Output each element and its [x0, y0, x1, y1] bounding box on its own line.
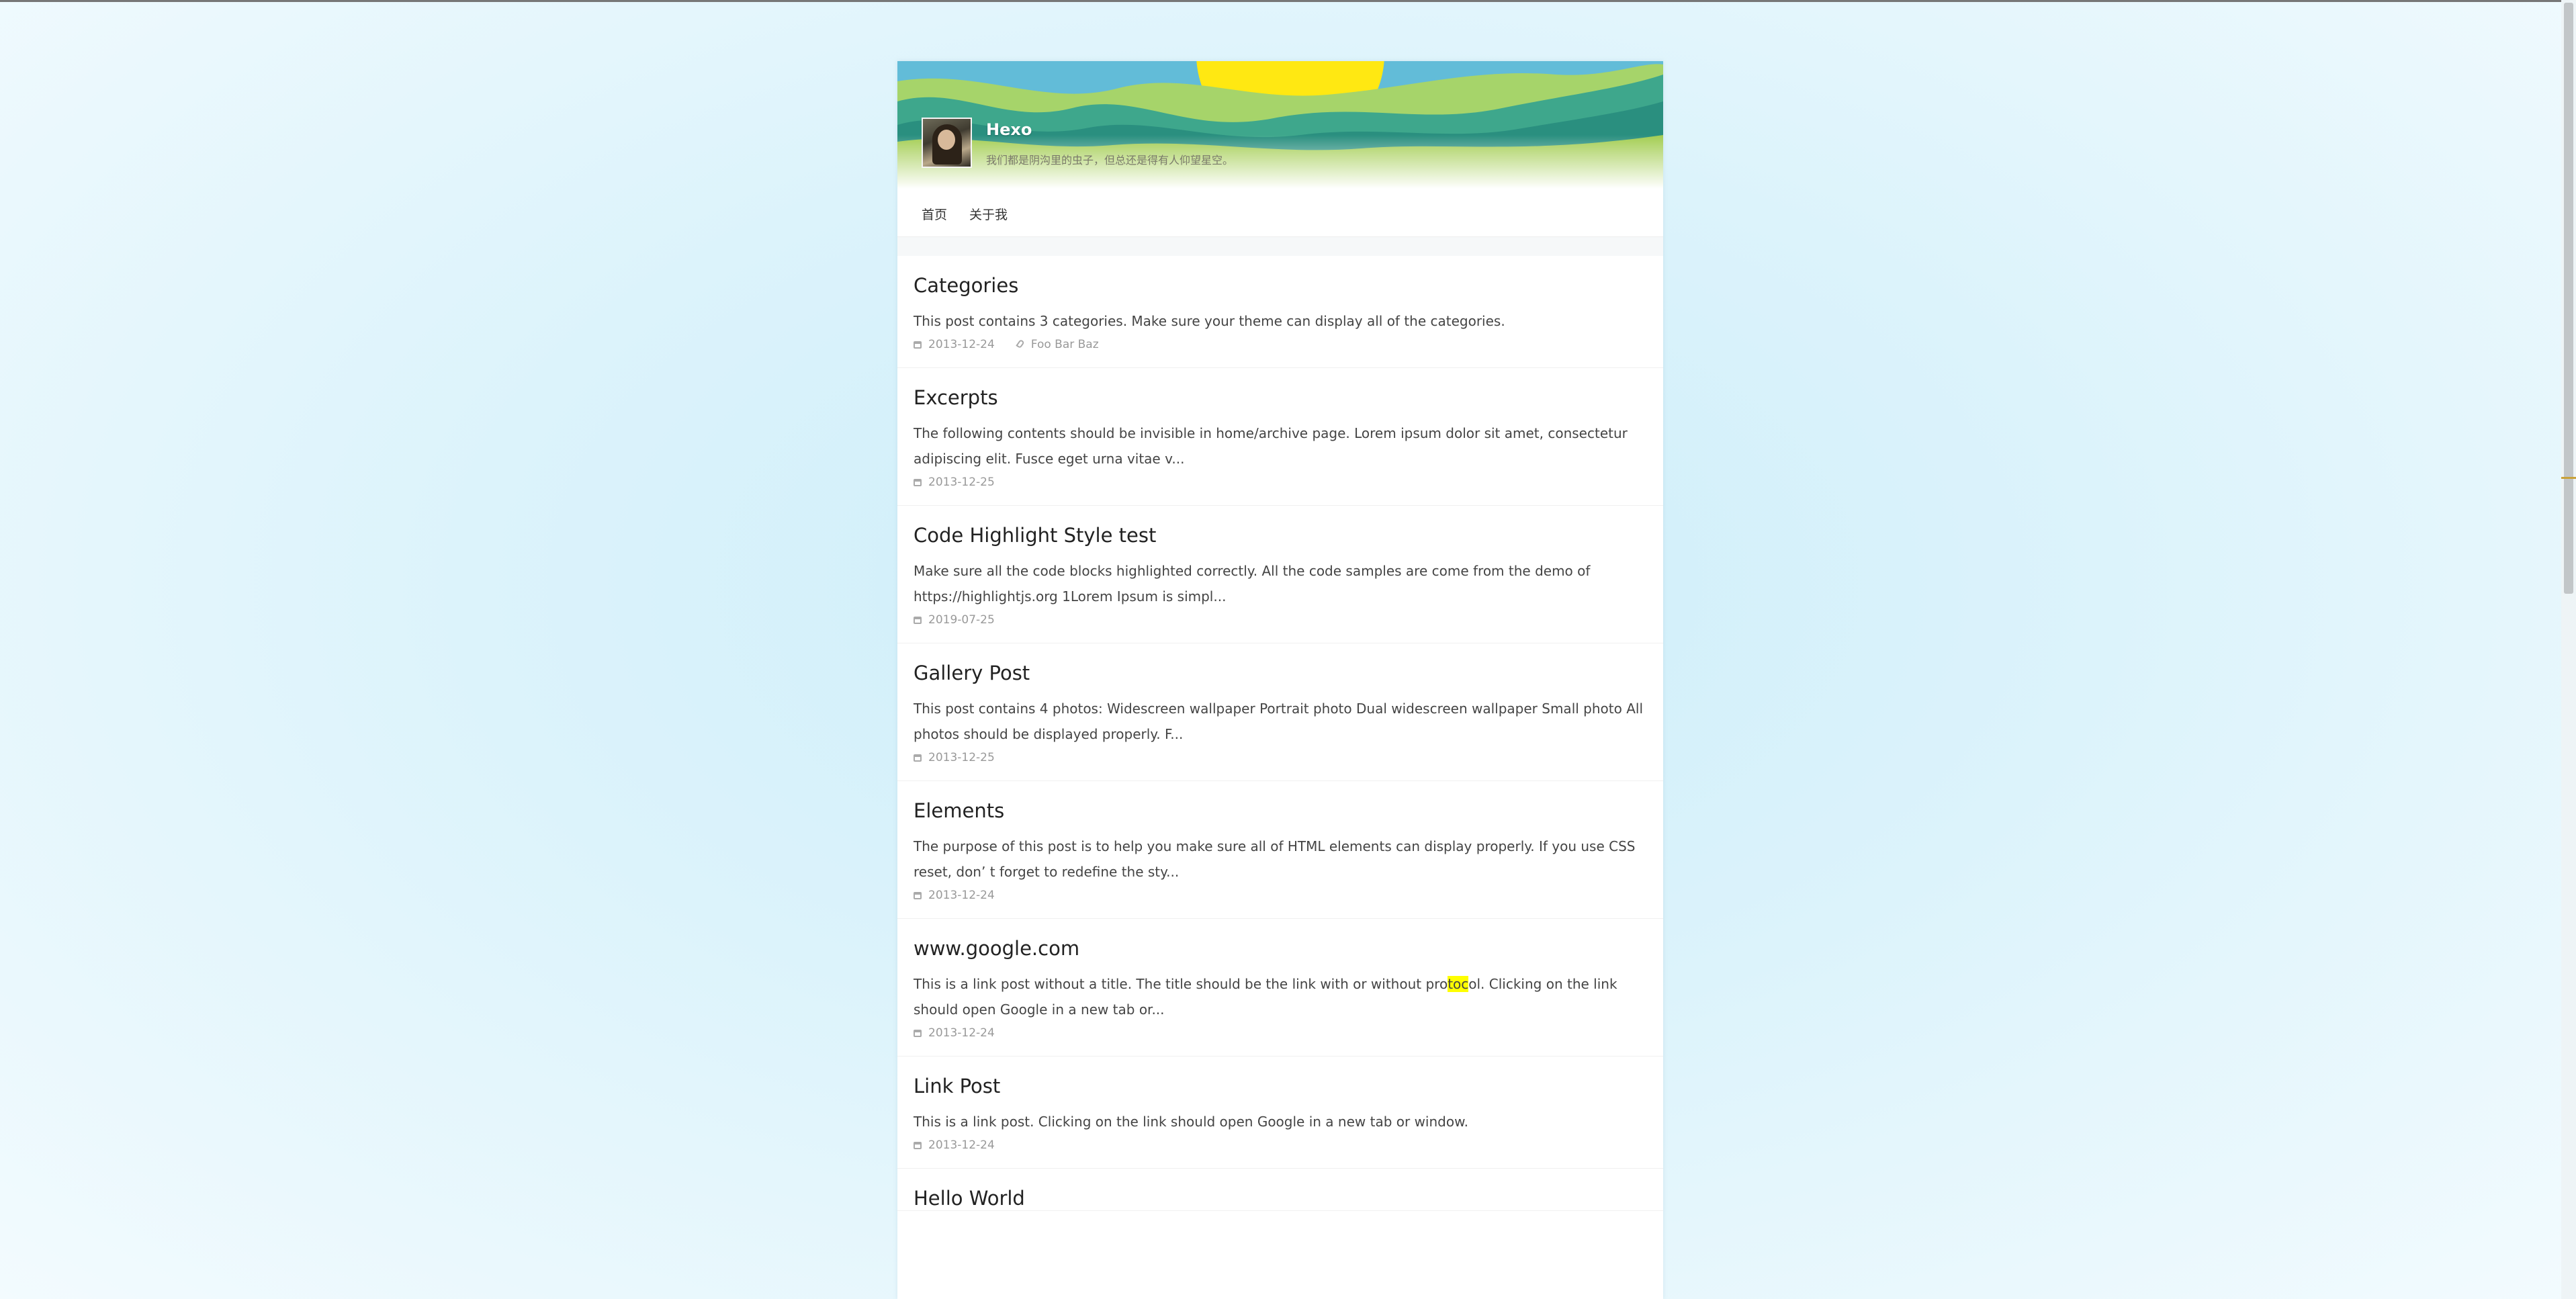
blog-container: Hexo 我们都是阴沟里的虫子，但总还是得有人仰望星空。 首页 关于我 Cate…: [897, 61, 1663, 1299]
post-list: Categories This post contains 3 categori…: [897, 256, 1663, 1211]
post-date: 2019-07-25: [928, 613, 995, 627]
post-title[interactable]: Code Highlight Style test: [914, 506, 1647, 547]
post-title[interactable]: Hello World: [914, 1169, 1647, 1210]
post-meta: 2013-12-24: [914, 889, 1647, 918]
excerpt-text-before: This is a link post without a title. The…: [914, 976, 1448, 992]
nav-item-about[interactable]: 关于我: [969, 205, 1008, 223]
post-title[interactable]: Excerpts: [914, 368, 1647, 410]
calendar-icon: [914, 1141, 922, 1149]
calendar-icon: [914, 754, 922, 762]
post-meta: 2013-12-25: [914, 751, 1647, 780]
site-title[interactable]: Hexo: [986, 120, 1032, 139]
post-meta: 2013-12-24 Foo Bar Baz: [914, 338, 1647, 367]
post-item: Hello World: [897, 1169, 1663, 1211]
post-item: Code Highlight Style test Make sure all …: [897, 506, 1663, 643]
post-date: 2013-12-24: [928, 889, 995, 902]
post-title[interactable]: Link Post: [914, 1057, 1647, 1098]
calendar-icon: [914, 341, 922, 349]
scrollbar-thumb[interactable]: [2564, 3, 2573, 594]
post-date: 2013-12-25: [928, 476, 995, 489]
post-excerpt: The following contents should be invisib…: [914, 425, 1628, 467]
calendar-icon: [914, 891, 922, 899]
post-item: Gallery Post This post contains 4 photos…: [897, 643, 1663, 781]
post-date: 2013-12-25: [928, 751, 995, 764]
post-excerpt: This post contains 3 categories. Make su…: [914, 313, 1505, 329]
post-title[interactable]: Gallery Post: [914, 643, 1647, 685]
nav-divider-band: [897, 237, 1663, 256]
header-banner: Hexo 我们都是阴沟里的虫子，但总还是得有人仰望星空。: [897, 61, 1663, 189]
search-highlight: toc: [1448, 976, 1469, 992]
nav-item-home[interactable]: 首页: [922, 205, 947, 223]
post-title[interactable]: www.google.com: [914, 919, 1647, 960]
post-item: Link Post This is a link post. Clicking …: [897, 1057, 1663, 1169]
post-date: 2013-12-24: [928, 338, 995, 351]
window-top-border: [0, 0, 2576, 2]
post-excerpt: The purpose of this post is to help you …: [914, 838, 1636, 880]
post-title[interactable]: Elements: [914, 781, 1647, 823]
post-title[interactable]: Categories: [914, 256, 1647, 298]
page-scrollbar[interactable]: [2561, 0, 2576, 1299]
calendar-icon: [914, 478, 922, 486]
post-meta: 2013-12-24: [914, 1026, 1647, 1056]
post-excerpt: This is a link post. Clicking on the lin…: [914, 1114, 1468, 1130]
post-item: Excerpts The following contents should b…: [897, 368, 1663, 506]
post-meta: 2019-07-25: [914, 613, 1647, 643]
post-meta: 2013-12-25: [914, 476, 1647, 505]
scrollbar-search-marker: [2561, 477, 2576, 479]
post-date: 2013-12-24: [928, 1026, 995, 1040]
post-categories[interactable]: Foo Bar Baz: [1031, 338, 1099, 351]
post-excerpt: This is a link post without a title. The…: [914, 971, 1647, 1022]
tag-icon: [1018, 340, 1024, 349]
post-meta: 2013-12-24: [914, 1138, 1647, 1168]
post-item: Categories This post contains 3 categori…: [897, 256, 1663, 368]
post-item: Elements The purpose of this post is to …: [897, 781, 1663, 919]
post-excerpt: Make sure all the code blocks highlighte…: [914, 563, 1591, 604]
post-excerpt: This post contains 4 photos: Widescreen …: [914, 701, 1643, 742]
post-item: www.google.com This is a link post witho…: [897, 919, 1663, 1057]
calendar-icon: [914, 1029, 922, 1037]
site-subtitle: 我们都是阴沟里的虫子，但总还是得有人仰望星空。: [986, 154, 1234, 167]
main-nav: 首页 关于我: [897, 189, 1663, 237]
post-date: 2013-12-24: [928, 1138, 995, 1152]
calendar-icon: [914, 616, 922, 624]
author-avatar[interactable]: [922, 118, 972, 168]
